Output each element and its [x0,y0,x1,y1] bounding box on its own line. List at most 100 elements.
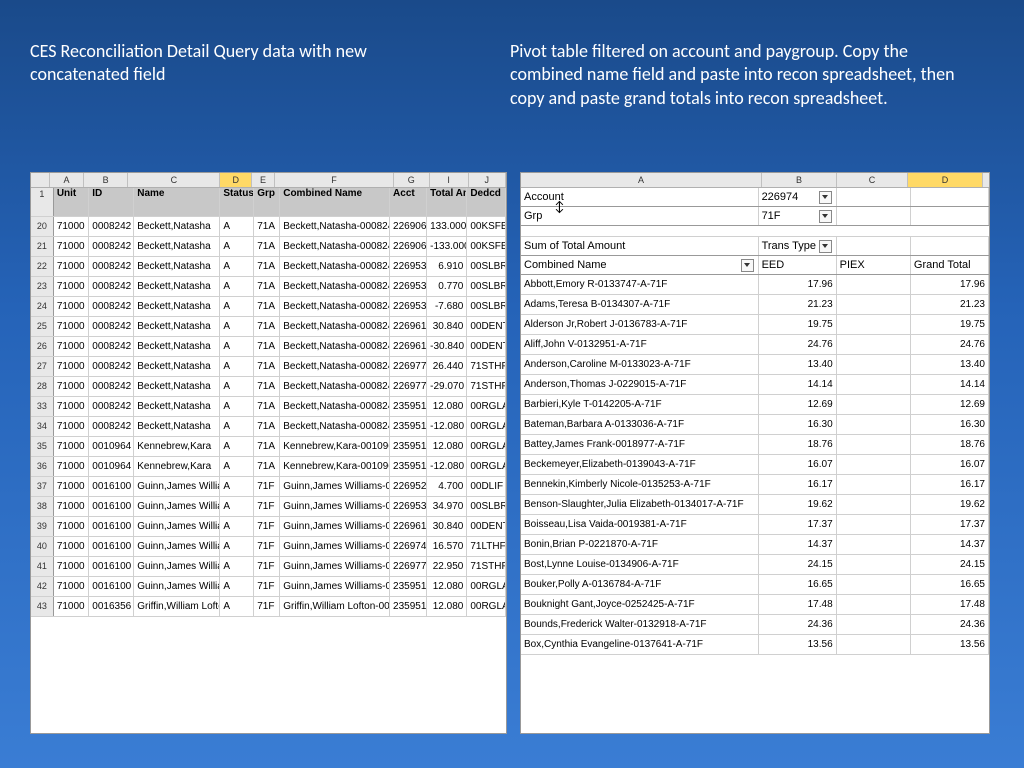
cell[interactable]: 71A [254,437,280,456]
cell[interactable]: Beckett,Natasha [134,417,220,436]
cell[interactable]: 17.96 [759,275,837,294]
cell[interactable]: 00DENT [467,317,506,336]
cell[interactable]: 235951 [390,597,427,616]
cell[interactable] [837,595,911,614]
cell[interactable] [837,535,911,554]
col-letter[interactable]: B [762,173,837,187]
row-number[interactable]: 42 [31,577,54,596]
row-number[interactable]: 38 [31,497,54,516]
cell[interactable]: A [220,417,254,436]
table-row[interactable]: 40710000016100Guinn,James WilliamsA71FGu… [31,537,506,557]
cell[interactable]: A [220,337,254,356]
pivot-row[interactable]: Bouker,Polly A-0136784-A-71F16.6516.65 [521,575,989,595]
cell[interactable]: 71A [254,377,280,396]
cell[interactable]: 71A [254,237,280,256]
cell[interactable]: 71F [254,577,280,596]
cell[interactable]: 0008242 [89,357,134,376]
row-number[interactable]: 24 [31,297,54,316]
cell[interactable] [837,555,911,574]
pivot-row[interactable]: Battey,James Frank-0018977-A-71F18.7618.… [521,435,989,455]
pivot-row[interactable]: Bonin,Brian P-0221870-A-71F14.3714.37 [521,535,989,555]
pivot-row[interactable]: Bounds,Frederick Walter-0132918-A-71F24.… [521,615,989,635]
table-row[interactable]: 33710000008242Beckett,NatashaA71ABeckett… [31,397,506,417]
pivot-row[interactable]: Adams,Teresa B-0134307-A-71F21.2321.23 [521,295,989,315]
cell[interactable]: 71A [254,217,280,236]
cell[interactable]: Beckett,Natasha [134,257,220,276]
cell[interactable]: Beckett,Natasha [134,357,220,376]
cell[interactable]: Beckett,Natasha-0008242-A-71A [280,257,390,276]
cell[interactable]: Griffin,William Lofton [134,597,220,616]
cell[interactable]: Guinn,James Williams-0016100-A-71F [280,557,390,576]
cell[interactable]: 00RGLA [467,597,506,616]
cell[interactable]: 235951 [390,417,427,436]
cell[interactable]: 13.56 [759,635,837,654]
cell[interactable]: Beckett,Natasha [134,237,220,256]
cell[interactable]: Alderson Jr,Robert J-0136783-A-71F [521,315,759,334]
col-letter[interactable]: E [252,173,275,187]
filter-icon[interactable] [819,210,832,223]
cell[interactable]: -29.070 [427,377,467,396]
cell[interactable]: 0008242 [89,237,134,256]
cell[interactable]: 17.37 [759,515,837,534]
cell[interactable]: 71F [254,557,280,576]
cell[interactable]: Kennebrew,Kara [134,437,220,456]
cell[interactable]: 19.75 [759,315,837,334]
row-number[interactable]: 23 [31,277,54,296]
cell[interactable]: 16.65 [911,575,989,594]
cell[interactable]: Beckett,Natasha-0008242-A-71A [280,317,390,336]
cell[interactable]: Barbieri,Kyle T-0142205-A-71F [521,395,759,414]
table-row[interactable]: 37710000016100Guinn,James WilliamsA71FGu… [31,477,506,497]
cell[interactable]: A [220,217,254,236]
cell[interactable]: Abbott,Emory R-0133747-A-71F [521,275,759,294]
col-letter[interactable]: I [430,173,469,187]
cell[interactable]: Guinn,James Williams-0016100-A-71F [280,537,390,556]
cell[interactable]: 71000 [54,577,89,596]
cell[interactable]: 71F [254,497,280,516]
pivot-header-cell[interactable]: Trans Type [759,237,837,255]
cell[interactable]: 0008242 [89,297,134,316]
cell[interactable]: 71000 [54,597,89,616]
cell[interactable]: 0.770 [427,277,467,296]
cell[interactable]: Beckett,Natasha-0008242-A-71A [280,377,390,396]
cell[interactable]: 71A [254,417,280,436]
cell[interactable]: A [220,477,254,496]
cell[interactable]: 226977 [390,377,427,396]
cell[interactable]: 19.62 [759,495,837,514]
cell[interactable]: 0016100 [89,577,134,596]
cell[interactable]: Bouker,Polly A-0136784-A-71F [521,575,759,594]
cell[interactable]: Adams,Teresa B-0134307-A-71F [521,295,759,314]
cell[interactable]: 0016100 [89,557,134,576]
cell[interactable]: A [220,257,254,276]
column-header[interactable]: Dedcd [467,188,506,216]
cell[interactable]: Beckett,Natasha-0008242-A-71A [280,397,390,416]
row-number[interactable]: 37 [31,477,54,496]
cell[interactable]: 226906 [390,217,427,236]
cell[interactable]: Bost,Lynne Louise-0134906-A-71F [521,555,759,574]
cell[interactable]: 16.07 [911,455,989,474]
cell[interactable]: Boisseau,Lisa Vaida-0019381-A-71F [521,515,759,534]
col-letter[interactable]: D [220,173,252,187]
cell[interactable]: -133.000 [427,237,467,256]
cell[interactable]: 30.840 [427,317,467,336]
cell[interactable]: 17.48 [911,595,989,614]
cell[interactable]: 71000 [54,537,89,556]
cell[interactable]: 16.570 [427,537,467,556]
cell[interactable]: -30.840 [427,337,467,356]
cell[interactable]: 71A [254,457,280,476]
cell[interactable]: 24.76 [911,335,989,354]
cell[interactable]: 00DENT [467,517,506,536]
cell[interactable]: 00KSFB [467,217,506,236]
table-row[interactable]: 28710000008242Beckett,NatashaA71ABeckett… [31,377,506,397]
cell[interactable]: 226977 [390,557,427,576]
cell[interactable]: 133.000 [427,217,467,236]
cell[interactable]: 235951 [390,457,427,476]
cell[interactable]: 12.69 [759,395,837,414]
cell[interactable]: 71A [254,277,280,296]
cell[interactable]: A [220,497,254,516]
cell[interactable]: 00RGLA [467,437,506,456]
pivot-row[interactable]: Benson-Slaughter,Julia Elizabeth-0134017… [521,495,989,515]
row-number[interactable]: 40 [31,537,54,556]
cell[interactable]: 6.910 [427,257,467,276]
cell[interactable]: Kennebrew,Kara-0010964-A-71A [280,437,390,456]
cell[interactable]: Anderson,Thomas J-0229015-A-71F [521,375,759,394]
